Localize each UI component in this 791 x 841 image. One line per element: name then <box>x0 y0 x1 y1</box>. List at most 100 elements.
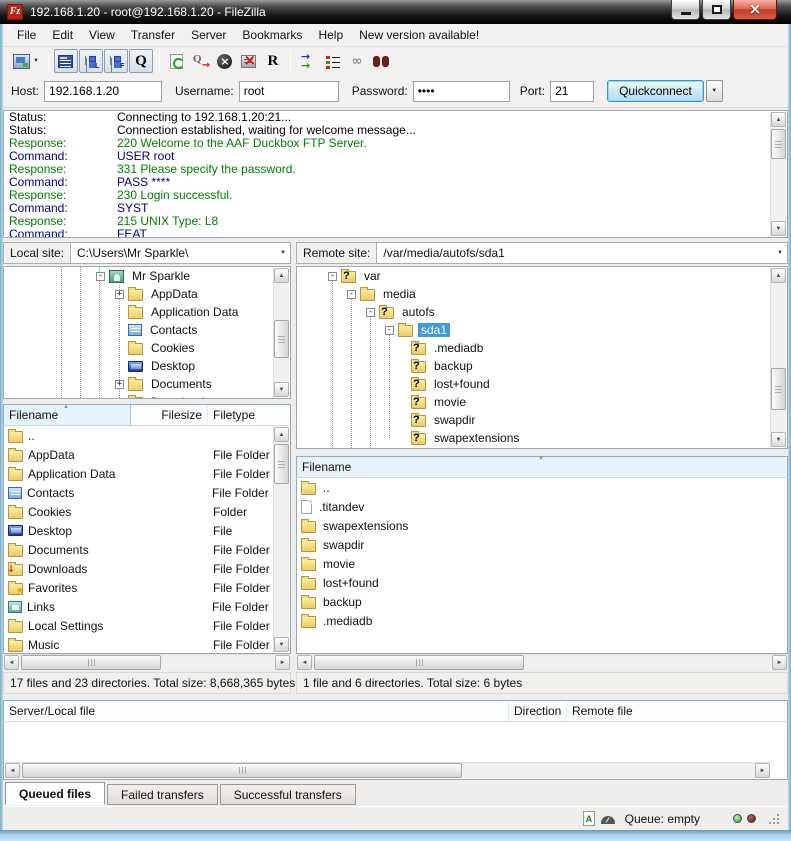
file-row[interactable]: swapdir <box>297 535 787 554</box>
tree-item-swapdir[interactable]: swapdir <box>297 411 787 429</box>
toggle-remote-tree-button[interactable]: F <box>104 49 128 73</box>
username-input[interactable] <box>239 81 339 102</box>
tree-item-label-selected[interactable]: sda1 <box>418 323 450 337</box>
local-file-list[interactable]: .. AppDataFile Folder Application DataFi… <box>3 426 291 654</box>
file-row[interactable]: lost+found <box>297 573 787 592</box>
file-row[interactable]: DownloadsFile Folder <box>4 559 290 578</box>
tree-item-lost-found[interactable]: lost+found <box>297 375 787 393</box>
tree-item-label[interactable]: Application Data <box>148 305 241 319</box>
scrollbar-thumb[interactable] <box>21 655 161 670</box>
local-tree-scrollbar[interactable] <box>273 268 289 397</box>
tree-item-mr-sparkle[interactable]: - Mr Sparkle <box>4 267 290 285</box>
scrollbar-thumb[interactable] <box>771 368 786 410</box>
chevron-down-icon[interactable] <box>777 250 783 256</box>
file-row[interactable]: backup <box>297 592 787 611</box>
file-row[interactable]: MusicFile Folder <box>4 635 290 654</box>
toggle-local-tree-button[interactable]: L <box>79 49 103 73</box>
scroll-left-icon[interactable] <box>5 763 20 778</box>
tree-item-label[interactable]: .mediadb <box>431 341 486 355</box>
file-row[interactable]: .mediadb <box>297 611 787 630</box>
scroll-down-icon[interactable] <box>771 432 786 447</box>
queue-list[interactable] <box>3 722 788 780</box>
tree-item-label[interactable]: Desktop <box>148 359 198 373</box>
chevron-down-icon[interactable] <box>33 58 39 64</box>
menu-bookmarks[interactable]: Bookmarks <box>234 26 310 44</box>
tree-item-sda1[interactable]: -sda1 <box>297 321 787 339</box>
column-server-local-file[interactable]: Server/Local file <box>4 701 509 721</box>
remote-hscrollbar[interactable] <box>297 654 787 670</box>
local-path-combobox[interactable]: C:\Users\Mr Sparkle\ <box>71 242 291 264</box>
scroll-down-icon[interactable] <box>274 637 289 652</box>
column-filename[interactable]: Filename <box>297 457 787 477</box>
remote-splitter[interactable] <box>296 449 788 456</box>
tree-item-backup[interactable]: backup <box>297 357 787 375</box>
tree-item-autofs[interactable]: -autofs <box>297 303 787 321</box>
tree-item-mediadb[interactable]: .mediadb <box>297 339 787 357</box>
tree-item-desktop[interactable]: Desktop <box>4 357 290 375</box>
scroll-left-icon[interactable] <box>297 655 312 670</box>
scroll-down-icon[interactable] <box>274 382 289 397</box>
file-row[interactable]: Local SettingsFile Folder <box>4 616 290 635</box>
tree-item-media[interactable]: -media <box>297 285 787 303</box>
scrollbar-thumb[interactable] <box>22 763 462 778</box>
file-row[interactable]: movie <box>297 554 787 573</box>
synchronized-browsing-button[interactable] <box>321 49 345 73</box>
scrollbar-thumb[interactable] <box>771 129 786 159</box>
file-row[interactable]: AppDataFile Folder <box>4 445 290 464</box>
speed-limits-icon[interactable] <box>601 816 615 824</box>
file-row[interactable]: .titandev <box>297 497 787 516</box>
tree-item-documents[interactable]: +Documents <box>4 375 290 393</box>
refresh-button[interactable] <box>165 49 189 73</box>
site-manager-button[interactable] <box>9 49 43 73</box>
menu-view[interactable]: View <box>81 26 123 44</box>
collapse-icon[interactable]: - <box>366 308 375 317</box>
tree-item-var[interactable]: -var <box>297 267 787 285</box>
tree-item-cookies[interactable]: Cookies <box>4 339 290 357</box>
toggle-queue-button[interactable]: Q <box>129 49 153 73</box>
column-direction[interactable]: Direction <box>509 701 567 721</box>
tree-item-swapextensions[interactable]: swapextensions <box>297 429 787 447</box>
file-row[interactable]: DesktopFile <box>4 521 290 540</box>
tree-item-label[interactable]: swapextensions <box>431 431 522 445</box>
reconnect-button[interactable]: R <box>261 49 285 73</box>
process-queue-button[interactable] <box>189 49 213 73</box>
local-list-scrollbar[interactable] <box>273 427 289 652</box>
local-hscrollbar[interactable] <box>4 654 290 670</box>
queue-hscrollbar[interactable] <box>5 762 770 778</box>
tab-queued-files[interactable]: Queued files <box>5 782 105 805</box>
tree-item-label[interactable]: swapdir <box>431 413 478 427</box>
menu-transfer[interactable]: Transfer <box>123 26 183 44</box>
column-filename[interactable]: Filename <box>4 405 131 425</box>
log-scrollbar[interactable] <box>770 112 786 236</box>
title-bar[interactable]: Fz 192.168.1.20 - root@192.168.1.20 - Fi… <box>0 0 791 24</box>
column-remote-file[interactable]: Remote file <box>567 701 787 721</box>
disconnect-button[interactable] <box>237 49 261 73</box>
quickconnect-button[interactable]: Quickconnect <box>607 80 704 102</box>
tree-item-application-data[interactable]: Application Data <box>4 303 290 321</box>
collapse-icon[interactable]: - <box>347 290 356 299</box>
tree-item-label[interactable]: Mr Sparkle <box>129 269 193 283</box>
tree-item-movie[interactable]: movie <box>297 393 787 411</box>
tab-failed-transfers[interactable]: Failed transfers <box>107 784 218 805</box>
file-row[interactable]: ContactsFile Folder <box>4 483 290 502</box>
collapse-icon[interactable]: - <box>96 272 105 281</box>
column-filesize[interactable]: Filesize <box>131 405 208 425</box>
collapse-icon[interactable]: - <box>328 272 337 281</box>
tree-item-appdata[interactable]: +AppData <box>4 285 290 303</box>
tree-item-contacts[interactable]: Contacts <box>4 321 290 339</box>
menu-edit[interactable]: Edit <box>44 26 81 44</box>
scrollbar-thumb[interactable] <box>314 655 524 670</box>
file-row[interactable]: DocumentsFile Folder <box>4 540 290 559</box>
tree-item-label[interactable]: Contacts <box>147 323 200 337</box>
file-row[interactable]: swapextensions <box>297 516 787 535</box>
quickconnect-dropdown-button[interactable] <box>706 80 723 102</box>
scroll-left-icon[interactable] <box>4 655 19 670</box>
tree-item-label[interactable]: Cookies <box>148 341 197 355</box>
tree-item-label[interactable]: backup <box>431 359 476 373</box>
scroll-up-icon[interactable] <box>771 268 786 283</box>
file-row[interactable]: .. <box>297 478 787 497</box>
menu-server[interactable]: Server <box>183 26 234 44</box>
message-log[interactable]: Status:Connecting to 192.168.1.20:21... … <box>3 110 788 238</box>
file-row[interactable]: FavoritesFile Folder <box>4 578 290 597</box>
host-input[interactable] <box>44 81 162 102</box>
